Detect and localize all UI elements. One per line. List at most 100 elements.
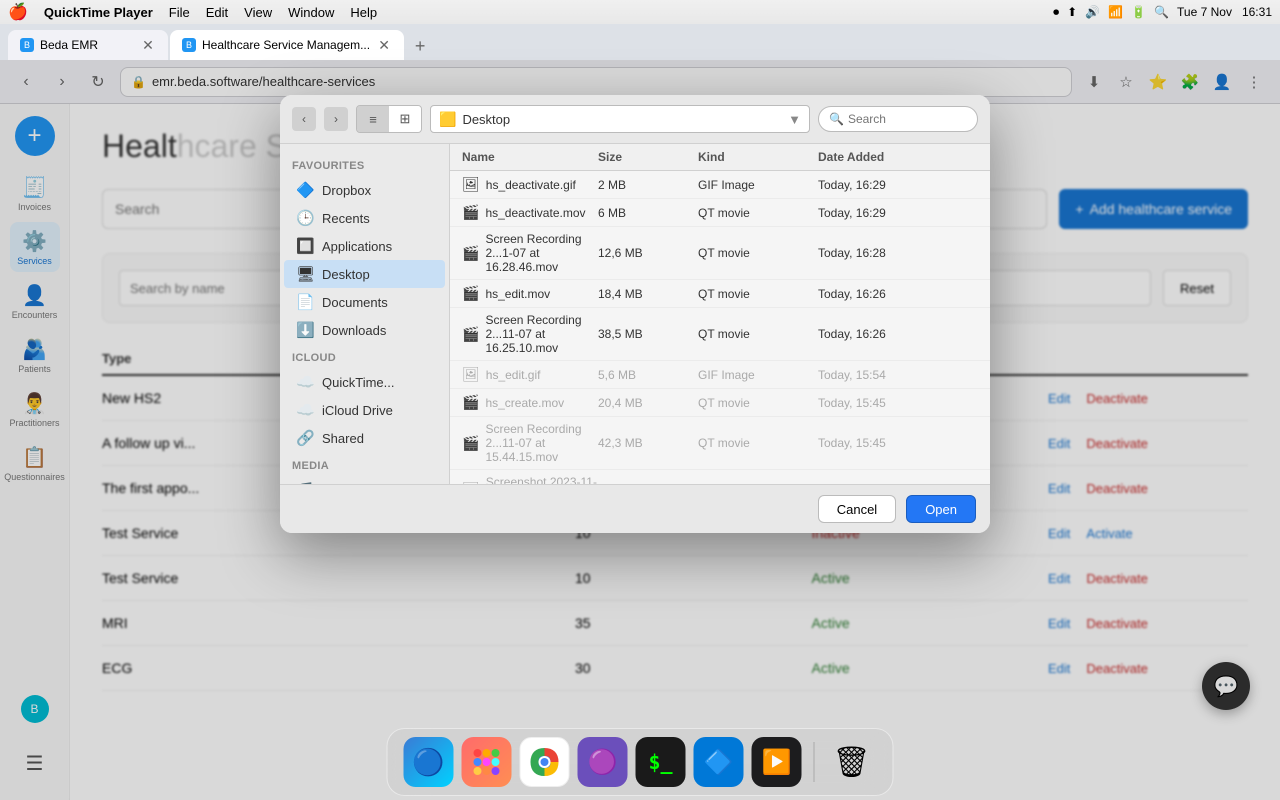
dock-obsidian[interactable]: 🟣 bbox=[578, 737, 628, 787]
fd-location-icon: 🟨 bbox=[439, 111, 456, 128]
fd-sidebar-label: Shared bbox=[322, 431, 364, 446]
file-size: 2 MB bbox=[598, 178, 698, 192]
tab-beda[interactable]: B Beda EMR ✕ bbox=[8, 30, 168, 60]
fd-sidebar-icloud-drive[interactable]: ☁️ iCloud Drive bbox=[284, 396, 445, 424]
file-name: 🖼hs_edit.gif bbox=[462, 366, 598, 383]
tab-add-button[interactable]: + bbox=[406, 32, 434, 60]
file-icon: 🎬 bbox=[462, 394, 479, 411]
fd-view-toggle: ≡ ⊞ bbox=[356, 105, 422, 133]
fd-grid-view-button[interactable]: ⊞ bbox=[389, 106, 421, 132]
fd-sidebar-dropbox[interactable]: 🔷 Dropbox bbox=[284, 176, 445, 204]
fd-sidebar-label: Music bbox=[322, 483, 356, 485]
file-name: 🎬Screen Recording 2...1-07 at 16.28.46.m… bbox=[462, 232, 598, 274]
search-menubar-icon[interactable]: 🔍 bbox=[1154, 5, 1169, 19]
file-row[interactable]: 🎬hs_edit.mov 18,4 MB QT movie Today, 16:… bbox=[450, 280, 990, 308]
apple-menu[interactable]: 🍎 bbox=[8, 2, 28, 22]
fd-sidebar-label: Dropbox bbox=[322, 183, 371, 198]
fd-sidebar-label: Applications bbox=[322, 239, 392, 254]
file-row[interactable]: 🎬Screen Recording 2...1-07 at 16.28.46.m… bbox=[450, 227, 990, 280]
app-name[interactable]: QuickTime Player bbox=[44, 5, 153, 20]
fd-forward-button[interactable]: › bbox=[324, 107, 348, 131]
fd-sidebar-applications[interactable]: 🔲 Applications bbox=[284, 232, 445, 260]
fd-list-header: Name Size Kind Date Added bbox=[450, 144, 990, 171]
file-date: Today, 15:45 bbox=[818, 436, 978, 450]
fd-list-view-button[interactable]: ≡ bbox=[357, 106, 389, 132]
fd-sidebar-label: iCloud Drive bbox=[322, 403, 393, 418]
file-size: 776 KB bbox=[598, 482, 698, 484]
col-name: Name bbox=[462, 150, 598, 164]
fd-sidebar-label: Desktop bbox=[322, 267, 370, 282]
dock: 🔵 bbox=[387, 728, 894, 796]
file-size: 6 MB bbox=[598, 206, 698, 220]
tab-close-healthcare[interactable]: ✕ bbox=[376, 37, 392, 53]
file-date: Today, 16:28 bbox=[818, 246, 978, 260]
fd-location-text: Desktop bbox=[462, 112, 782, 127]
file-row[interactable]: 🎬Screen Recording 2...11-07 at 15.44.15.… bbox=[450, 417, 990, 470]
dock-terminal[interactable]: $_ bbox=[636, 737, 686, 787]
documents-icon: 📄 bbox=[296, 293, 314, 311]
dock-vscode[interactable]: 🔷 bbox=[694, 737, 744, 787]
fd-sidebar-label: QuickTime... bbox=[322, 375, 394, 390]
music-icon: 🎵 bbox=[296, 481, 314, 484]
menu-view[interactable]: View bbox=[244, 5, 272, 20]
dock-launchpad[interactable] bbox=[462, 737, 512, 787]
file-row[interactable]: 🖼Screenshot 2023-11-02 at 17.14.53 776 K… bbox=[450, 470, 990, 484]
tab-close-beda[interactable]: ✕ bbox=[140, 37, 156, 53]
dock-chrome[interactable] bbox=[520, 737, 570, 787]
fd-location[interactable]: 🟨 Desktop ▼ bbox=[430, 105, 810, 133]
open-button[interactable]: Open bbox=[906, 495, 976, 523]
desktop-icon: 🖥 bbox=[296, 265, 314, 283]
fd-sidebar-label: Documents bbox=[322, 295, 388, 310]
audio-icon: 🔊 bbox=[1085, 5, 1100, 19]
fd-section-favourites: Favourites bbox=[280, 152, 449, 176]
fd-sidebar-desktop[interactable]: 🖥 Desktop bbox=[284, 260, 445, 288]
fd-back-button[interactable]: ‹ bbox=[292, 107, 316, 131]
col-size: Size bbox=[598, 150, 698, 164]
file-date: Today, 16:29 bbox=[818, 206, 978, 220]
dock-finder[interactable]: 🔵 bbox=[404, 737, 454, 787]
menu-window[interactable]: Window bbox=[288, 5, 334, 20]
fd-sidebar-downloads[interactable]: ⬇️ Downloads bbox=[284, 316, 445, 344]
dock-quicktime[interactable]: ▶️ bbox=[752, 737, 802, 787]
file-name: 🖼Screenshot 2023-11-02 at 17.14.53 bbox=[462, 475, 598, 484]
fd-search[interactable]: 🔍 bbox=[818, 106, 978, 132]
tab-favicon-beda: B bbox=[20, 38, 34, 52]
fd-sidebar-documents[interactable]: 📄 Documents bbox=[284, 288, 445, 316]
file-dialog-body: Favourites 🔷 Dropbox 🕒 Recents 🔲 Applica… bbox=[280, 144, 990, 484]
file-row[interactable]: 🎬hs_create.mov 20,4 MB QT movie Today, 1… bbox=[450, 389, 990, 417]
downloads-icon: ⬇️ bbox=[296, 321, 314, 339]
file-name: 🎬hs_create.mov bbox=[462, 394, 598, 411]
file-kind: GIF Image bbox=[698, 368, 818, 382]
tab-favicon-healthcare: B bbox=[182, 38, 196, 52]
file-size: 18,4 MB bbox=[598, 287, 698, 301]
fd-sidebar-quicktime[interactable]: ☁️ QuickTime... bbox=[284, 368, 445, 396]
file-kind: QT movie bbox=[698, 287, 818, 301]
menu-edit[interactable]: Edit bbox=[206, 5, 228, 20]
fd-search-icon: 🔍 bbox=[829, 112, 844, 126]
file-icon: 🎬 bbox=[462, 435, 479, 452]
menubar-right: ⏺ ⬆ 🔊 📶 🔋 🔍 Tue 7 Nov 16:31 bbox=[1053, 5, 1272, 20]
battery-icon: 🔋 bbox=[1131, 5, 1146, 19]
file-size: 12,6 MB bbox=[598, 246, 698, 260]
file-row[interactable]: 🖼hs_deactivate.gif 2 MB GIF Image Today,… bbox=[450, 171, 990, 199]
file-row[interactable]: 🎬Screen Recording 2...11-07 at 16.25.10.… bbox=[450, 308, 990, 361]
col-date: Date Added bbox=[818, 150, 978, 164]
tab-healthcare[interactable]: B Healthcare Service Managem... ✕ bbox=[170, 30, 404, 60]
fd-search-input[interactable] bbox=[848, 112, 990, 126]
fd-sidebar-recents[interactable]: 🕒 Recents bbox=[284, 204, 445, 232]
wifi-icon: 📶 bbox=[1108, 5, 1123, 19]
file-dialog-toolbar: ‹ › ≡ ⊞ 🟨 Desktop ▼ 🔍 bbox=[280, 95, 990, 144]
file-dialog-footer: Cancel Open bbox=[280, 484, 990, 533]
cancel-button[interactable]: Cancel bbox=[818, 495, 896, 523]
fd-sidebar-shared[interactable]: 🔗 Shared bbox=[284, 424, 445, 452]
fd-sidebar-label: Recents bbox=[322, 211, 370, 226]
col-kind: Kind bbox=[698, 150, 818, 164]
file-row[interactable]: 🎬hs_deactivate.mov 6 MB QT movie Today, … bbox=[450, 199, 990, 227]
menu-file[interactable]: File bbox=[169, 5, 190, 20]
file-row[interactable]: 🖼hs_edit.gif 5,6 MB GIF Image Today, 15:… bbox=[450, 361, 990, 389]
file-name: 🎬hs_edit.mov bbox=[462, 285, 598, 302]
fd-sidebar-music[interactable]: 🎵 Music bbox=[284, 476, 445, 484]
menu-help[interactable]: Help bbox=[350, 5, 377, 20]
dock-trash[interactable]: 🗑 bbox=[827, 737, 877, 787]
dropbox-icon: 🔷 bbox=[296, 181, 314, 199]
